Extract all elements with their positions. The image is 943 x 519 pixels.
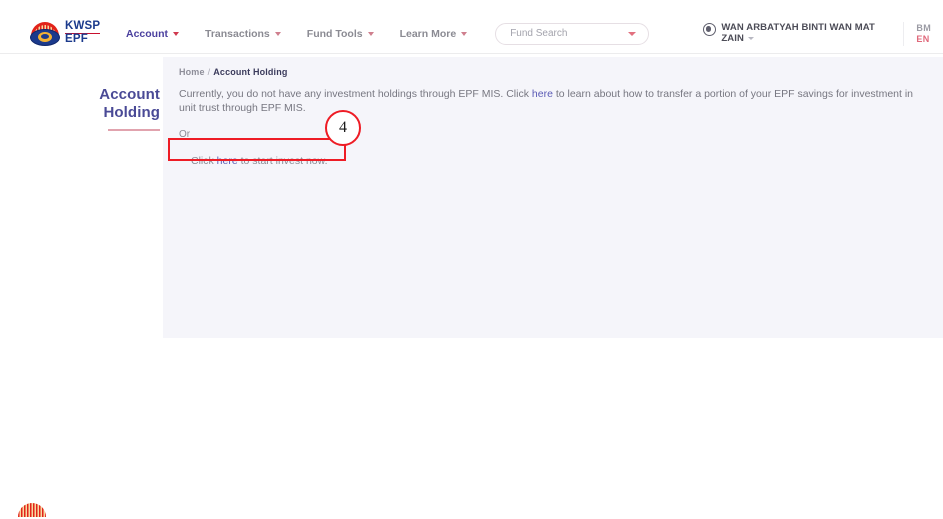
annotation-step-badge: 4 (325, 110, 361, 146)
nav-item-account[interactable]: Account (126, 28, 179, 40)
logo-line-kwsp: KWSP (65, 20, 101, 33)
no-holdings-message: Currently, you do not have any investmen… (179, 87, 927, 115)
user-name-text: WAN ARBATYAH BINTI WAN MAT ZAIN (721, 22, 875, 44)
start-invest-text-part2: to start invest now. (237, 155, 328, 167)
nav-item-fund-tools-label: Fund Tools (306, 27, 363, 40)
chevron-down-icon (367, 31, 374, 36)
breadcrumb-separator: / (207, 67, 211, 77)
kwsp-epf-logo[interactable]: KWSP EPF (30, 21, 108, 47)
logo-line-epf: EPF (65, 33, 101, 46)
language-option-en[interactable]: EN (916, 34, 931, 45)
language-switcher: BM EN (904, 23, 943, 45)
page-title-line2: Holding (103, 104, 160, 121)
nav-item-learn-more-label: Learn More (399, 27, 457, 40)
top-strip (0, 0, 943, 14)
footer-logo-icon (18, 503, 46, 519)
chevron-down-icon (274, 31, 281, 36)
learn-more-here-link[interactable]: here (532, 88, 553, 100)
chevron-down-icon (747, 36, 754, 40)
logo-wordmark: KWSP EPF (65, 20, 101, 46)
header-right-cluster: WAN ARBATYAH BINTI WAN MAT ZAIN BM EN (703, 14, 943, 54)
fund-search-box[interactable] (495, 22, 650, 45)
chevron-down-icon (173, 31, 179, 36)
account-holding-panel: Home / Account Holding Currently, you do n… (163, 57, 943, 338)
nav-item-fund-tools[interactable]: Fund Tools (307, 28, 374, 40)
start-invest-here-link[interactable]: here (217, 155, 238, 167)
language-option-bm[interactable]: BM (916, 23, 931, 34)
or-divider-text: Or (179, 129, 191, 140)
chevron-down-icon (461, 31, 468, 36)
breadcrumb-home[interactable]: Home (179, 67, 205, 77)
chevron-down-icon[interactable] (628, 31, 637, 36)
fund-search-input[interactable] (496, 27, 625, 40)
page-title: Account Holding (30, 86, 160, 131)
start-invest-text-part1: Click (191, 155, 217, 167)
nav-item-account-label: Account (126, 27, 168, 40)
site-header: KWSP EPF Account Transactions Fund Tools… (0, 14, 943, 54)
nav-item-transactions-label: Transactions (205, 27, 270, 40)
start-invest-line: Click here to start invest now. (179, 151, 927, 170)
user-circle-icon (703, 23, 717, 36)
page-title-line1: Account (99, 86, 160, 103)
kwsp-epf-logo-icon (30, 21, 60, 47)
no-holdings-text-part1: Currently, you do not have any investmen… (179, 88, 532, 100)
breadcrumb-current: Account Holding (213, 67, 288, 77)
nav-item-learn-more[interactable]: Learn More (400, 28, 468, 40)
main-navigation: Account Transactions Fund Tools Learn Mo… (126, 22, 650, 45)
page-title-underline (108, 129, 160, 131)
user-menu[interactable]: WAN ARBATYAH BINTI WAN MAT ZAIN (703, 22, 905, 46)
breadcrumb: Home / Account Holding (179, 67, 927, 77)
user-name-label: WAN ARBATYAH BINTI WAN MAT ZAIN (721, 22, 889, 44)
nav-item-transactions[interactable]: Transactions (205, 28, 281, 40)
